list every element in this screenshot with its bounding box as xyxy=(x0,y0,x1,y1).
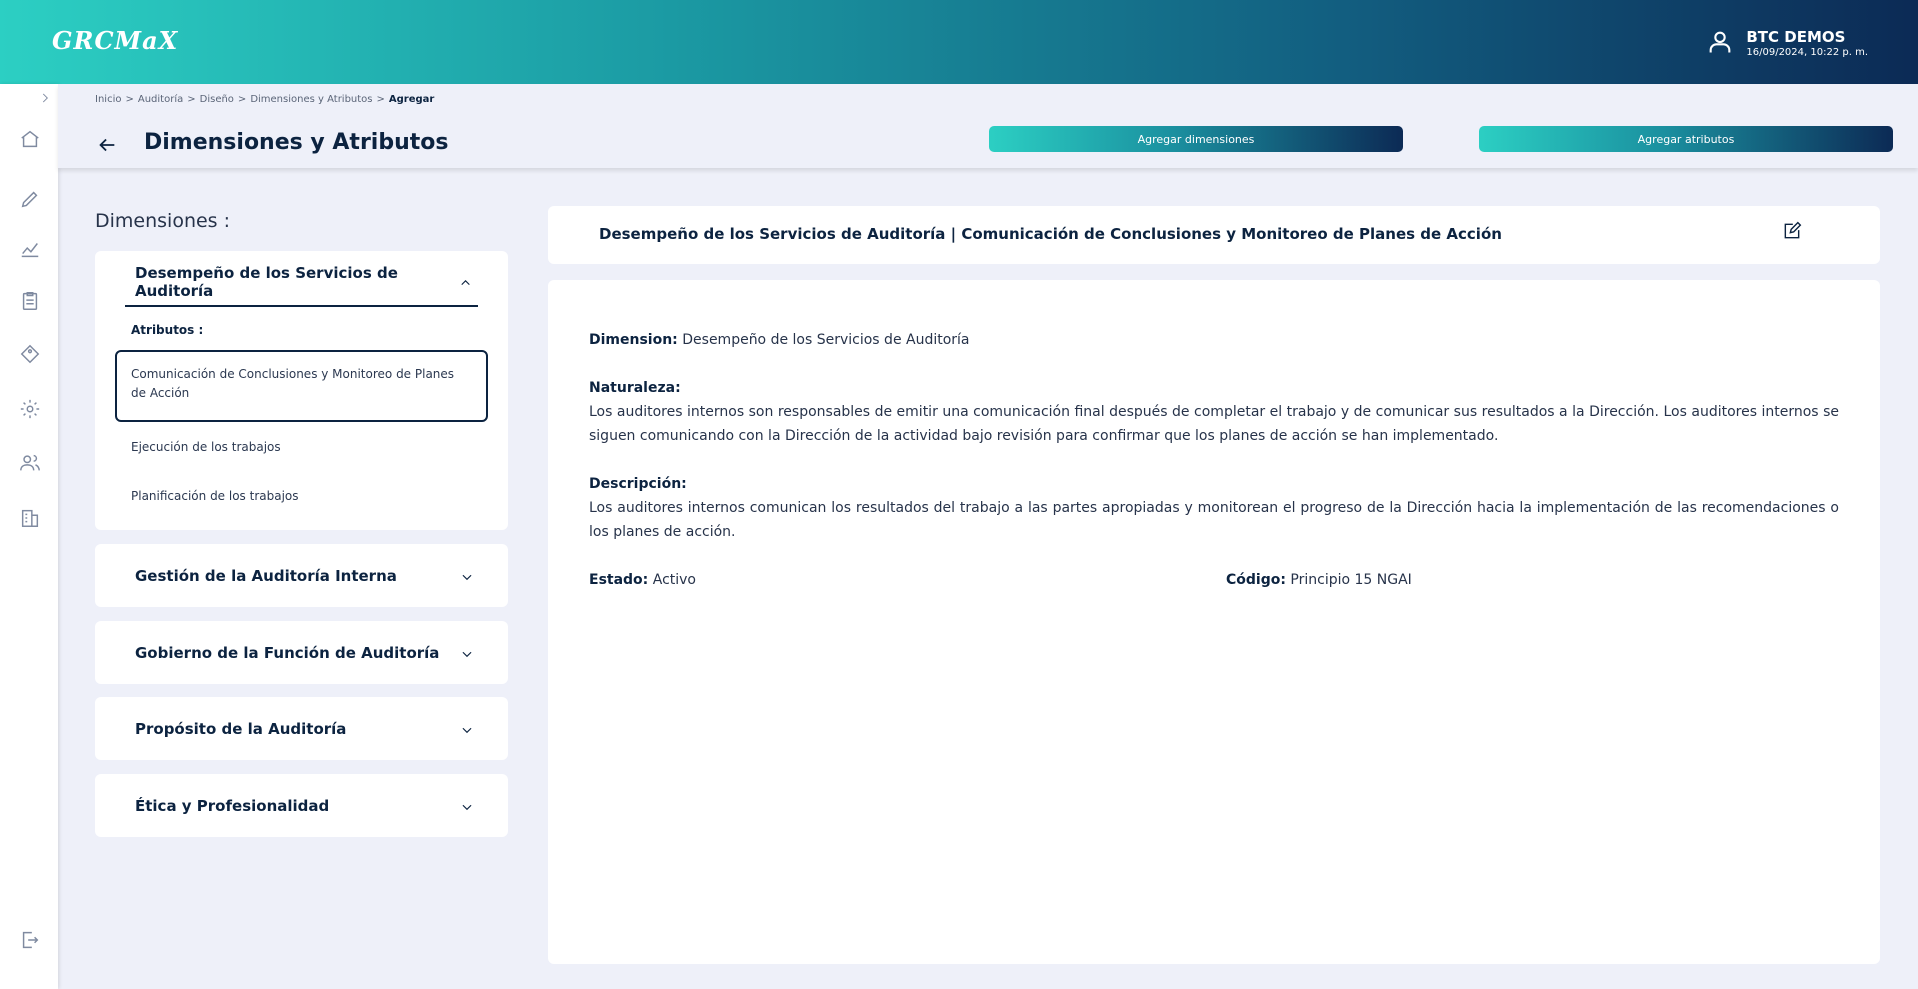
logout-icon[interactable] xyxy=(19,929,41,951)
edit-icon[interactable] xyxy=(1782,221,1802,241)
dimension-label: Dimension: xyxy=(589,332,678,348)
clipboard-icon[interactable] xyxy=(19,290,41,312)
chevron-down-icon[interactable] xyxy=(460,722,474,736)
detail-title: Desempeño de los Servicios de Auditoría … xyxy=(599,225,1502,243)
home-icon[interactable] xyxy=(19,128,41,150)
user-icon xyxy=(1706,28,1734,60)
add-attributes-button[interactable]: Agregar atributos xyxy=(1479,126,1893,152)
pencil-icon[interactable] xyxy=(19,188,41,210)
chevron-up-icon[interactable] xyxy=(459,275,472,289)
gear-icon[interactable] xyxy=(19,398,41,420)
dimension-title: Gobierno de la Función de Auditoría xyxy=(135,644,440,662)
codigo-value: Principio 15 NGAI xyxy=(1290,572,1412,588)
add-dimensions-button[interactable]: Agregar dimensiones xyxy=(989,126,1403,152)
chart-icon[interactable] xyxy=(19,238,41,260)
chevron-down-icon[interactable] xyxy=(460,646,474,660)
codigo-label: Código: xyxy=(1226,572,1286,588)
dimension-title: Ética y Profesionalidad xyxy=(135,797,330,815)
breadcrumb-inicio[interactable]: Inicio xyxy=(95,94,121,105)
detail-body: Dimension: Desempeño de los Servicios de… xyxy=(548,280,1880,964)
dimension-card: Propósito de la Auditoría xyxy=(95,697,508,760)
dimension-card-expanded: Desempeño de los Servicios de Auditoría … xyxy=(95,251,508,530)
dimensions-label: Dimensiones : xyxy=(95,210,231,232)
estado-value: Activo xyxy=(652,572,696,588)
user-menu[interactable]: BTC DEMOS 16/09/2024, 10:22 p. m. xyxy=(1706,28,1868,60)
dimension-card: Gobierno de la Función de Auditoría xyxy=(95,621,508,684)
tag-icon[interactable] xyxy=(19,343,41,365)
dimension-title: Propósito de la Auditoría xyxy=(135,720,347,738)
descripcion-label: Descripción: xyxy=(589,476,687,492)
field-estado: Estado: Activo xyxy=(589,568,696,592)
back-arrow-icon[interactable] xyxy=(96,134,118,156)
user-name: BTC DEMOS xyxy=(1746,28,1846,46)
title-band: Inicio > Auditoría > Diseño > Dimensiones y At… xyxy=(58,84,1918,168)
attribute-item[interactable]: Ejecución de los trabajos xyxy=(115,438,488,457)
sidebar xyxy=(0,84,58,989)
app-logo[interactable]: GRCMaX xyxy=(52,26,178,55)
attribute-item[interactable]: Planificación de los trabajos xyxy=(115,487,488,506)
top-bar: GRCMaX BTC DEMOS 16/09/2024, 10:22 p. m. xyxy=(0,0,1918,84)
field-codigo: Código: Principio 15 NGAI xyxy=(1226,568,1412,592)
breadcrumb-dimensiones[interactable]: Dimensiones y Atributos xyxy=(250,94,372,105)
dimension-header[interactable]: Ética y Profesionalidad xyxy=(135,782,474,830)
field-naturaleza: Naturaleza: Los auditores internos son r… xyxy=(589,376,1839,448)
users-icon[interactable] xyxy=(19,452,41,474)
building-icon[interactable] xyxy=(19,507,41,529)
field-descripcion: Descripción: Los auditores internos comu… xyxy=(589,472,1839,544)
dimension-card: Ética y Profesionalidad xyxy=(95,774,508,837)
breadcrumb: Inicio > Auditoría > Diseño > Dimensiones y At… xyxy=(95,94,435,105)
estado-label: Estado: xyxy=(589,572,649,588)
chevron-down-icon[interactable] xyxy=(460,569,474,583)
dimension-title: Gestión de la Auditoría Interna xyxy=(135,567,397,585)
dimension-header[interactable]: Gobierno de la Función de Auditoría xyxy=(135,629,474,677)
dimension-header[interactable]: Gestión de la Auditoría Interna xyxy=(135,552,474,600)
user-date: 16/09/2024, 10:22 p. m. xyxy=(1746,47,1868,58)
dimension-card: Gestión de la Auditoría Interna xyxy=(95,544,508,607)
naturaleza-value: Los auditores internos son responsables … xyxy=(589,404,1839,444)
detail-header: Desempeño de los Servicios de Auditoría … xyxy=(548,206,1880,264)
dimension-title: Desempeño de los Servicios de Auditoría xyxy=(135,264,398,300)
naturaleza-label: Naturaleza: xyxy=(589,380,681,396)
chevron-down-icon[interactable] xyxy=(460,799,474,813)
dimension-header[interactable]: Propósito de la Auditoría xyxy=(135,705,474,753)
page-title: Dimensiones y Atributos xyxy=(144,130,449,155)
descripcion-value: Los auditores internos comunican los res… xyxy=(589,500,1839,540)
breadcrumb-diseno[interactable]: Diseño xyxy=(200,94,234,105)
chevron-right-icon[interactable] xyxy=(38,90,52,104)
field-dimension: Dimension: Desempeño de los Servicios de… xyxy=(589,328,1839,352)
attributes-label: Atributos : xyxy=(131,323,204,337)
dimension-header[interactable]: Desempeño de los Servicios de Auditoría xyxy=(125,259,478,307)
dimension-value: Desempeño de los Servicios de Auditoría xyxy=(682,332,970,348)
breadcrumb-current: Agregar xyxy=(388,94,435,105)
breadcrumb-auditoria[interactable]: Auditoría xyxy=(138,94,183,105)
attribute-item-selected[interactable]: Comunicación de Conclusiones y Monitoreo… xyxy=(115,350,488,422)
